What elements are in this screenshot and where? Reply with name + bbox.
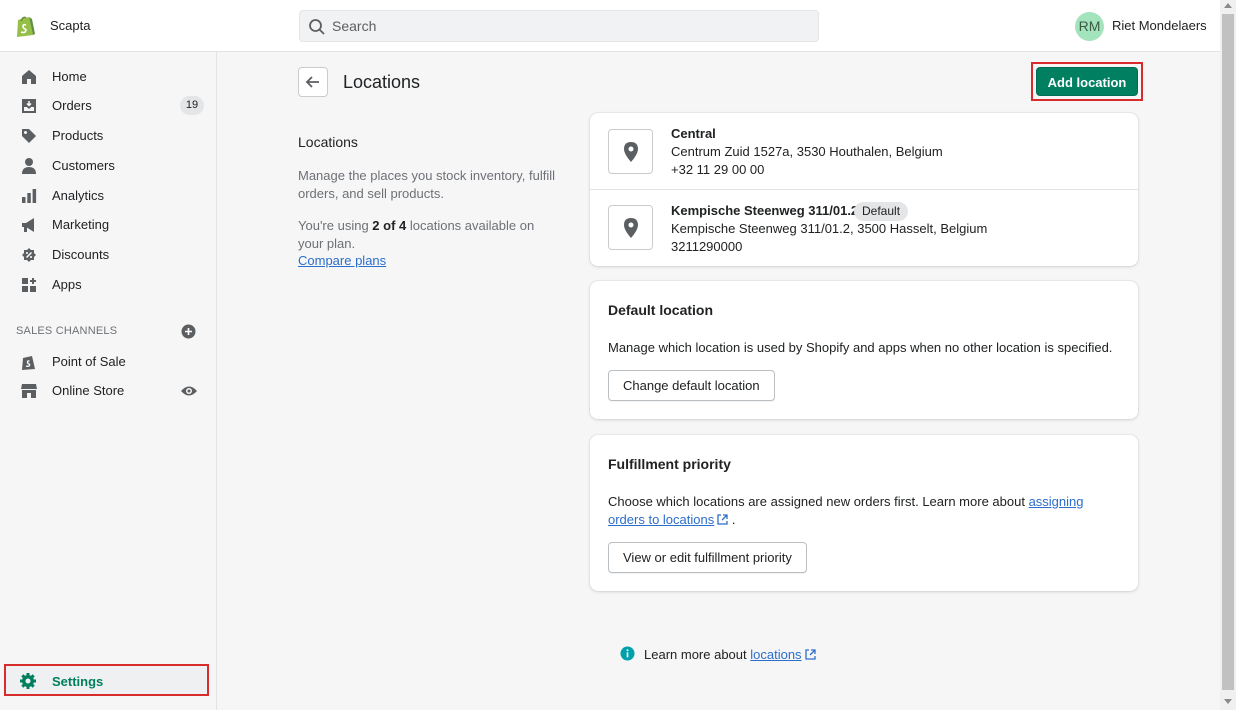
- location-name[interactable]: Kempische Steenweg 311/01.2: [671, 203, 858, 218]
- sidebar-item-label: Settings: [52, 674, 104, 689]
- sidebar-item-apps[interactable]: Apps: [8, 271, 208, 299]
- add-channel-plus-icon[interactable]: [181, 324, 196, 339]
- orders-icon: [22, 99, 36, 113]
- sidebar-item-customers[interactable]: Customers: [8, 152, 208, 180]
- scroll-thumb[interactable]: [1222, 14, 1234, 690]
- location-row[interactable]: Central Centrum Zuid 1527a, 3530 Houthal…: [590, 113, 1138, 190]
- sidebar-item-label: Customers: [52, 158, 115, 173]
- sidebar-item-label: Discounts: [52, 247, 110, 262]
- location-phone: 3211290000: [671, 239, 743, 254]
- scroll-down-arrow-icon[interactable]: [1224, 699, 1232, 704]
- default-badge: Default: [854, 202, 909, 221]
- fulfillment-priority-card: Fulfillment priority Choose which locati…: [590, 435, 1138, 591]
- locations-help-link[interactable]: locations: [750, 647, 801, 662]
- arrow-left-icon: [305, 76, 319, 88]
- bar-chart-icon: [22, 189, 37, 203]
- search-bar[interactable]: Search: [299, 10, 819, 42]
- shopify-logo-icon[interactable]: [14, 14, 36, 38]
- page-title: Locations: [343, 72, 421, 92]
- orders-count-badge: 19: [180, 96, 204, 115]
- external-link-icon[interactable]: [717, 514, 728, 525]
- gear-icon: [20, 673, 36, 689]
- fulfillment-text-suffix: .: [728, 512, 736, 527]
- sidebar-item-orders[interactable]: Orders 19: [8, 92, 208, 120]
- location-row[interactable]: Kempische Steenweg 311/01.2 Default Kemp…: [590, 190, 1138, 267]
- location-address: Centrum Zuid 1527a, 3530 Houthalen, Belg…: [671, 144, 943, 159]
- location-pin-icon: [624, 218, 638, 238]
- location-phone: +32 11 29 00 00: [671, 162, 765, 177]
- default-location-title: Default location: [608, 302, 714, 318]
- tag-icon: [22, 129, 36, 143]
- sidebar-item-online-store[interactable]: Online Store: [8, 377, 208, 405]
- sidebar-item-label: Online Store: [52, 383, 125, 398]
- sales-channels-heading: SALES CHANNELS: [16, 325, 118, 337]
- usage-count: 2 of 4: [372, 218, 407, 233]
- sidebar: Home Orders 19 Products Customers Analyt…: [0, 52, 217, 710]
- search-icon: [309, 19, 325, 35]
- scroll-up-arrow-icon[interactable]: [1224, 3, 1232, 8]
- eye-icon[interactable]: [180, 383, 198, 399]
- location-pin-thumbnail: [608, 129, 653, 174]
- sidebar-item-settings[interactable]: Settings: [4, 664, 209, 696]
- view-edit-fulfillment-priority-button[interactable]: View or edit fulfillment priority: [608, 542, 807, 573]
- locations-section-title: Locations: [298, 134, 358, 150]
- compare-plans-link[interactable]: Compare plans: [298, 253, 386, 268]
- top-bar: Scapta Search RM Riet Mondelaers: [0, 0, 1220, 52]
- locations-usage-text: You're using 2 of 4 locations available …: [298, 217, 563, 253]
- sidebar-item-label: Analytics: [52, 188, 105, 203]
- sidebar-item-marketing[interactable]: Marketing: [8, 211, 208, 239]
- fulfillment-priority-description: Choose which locations are assigned new …: [608, 493, 1123, 529]
- store-name[interactable]: Scapta: [50, 18, 90, 33]
- external-link-icon[interactable]: [804, 649, 816, 660]
- store-icon: [21, 384, 37, 398]
- footer-prefix: Learn more about: [644, 647, 751, 662]
- location-name[interactable]: Central: [671, 126, 716, 141]
- sidebar-item-label: Marketing: [52, 217, 110, 232]
- sidebar-item-discounts[interactable]: Discounts: [8, 241, 208, 269]
- location-address: Kempische Steenweg 311/01.2, 3500 Hassel…: [671, 221, 988, 236]
- sidebar-item-point-of-sale[interactable]: Point of Sale: [8, 348, 208, 376]
- change-default-location-button[interactable]: Change default location: [608, 370, 775, 401]
- sidebar-item-analytics[interactable]: Analytics: [8, 182, 208, 210]
- person-icon: [22, 158, 36, 174]
- location-pin-thumbnail: [608, 205, 653, 250]
- back-button[interactable]: [298, 67, 328, 97]
- discount-icon: [22, 248, 36, 262]
- search-input[interactable]: Search: [332, 18, 376, 34]
- default-location-description: Manage which location is used by Shopify…: [608, 340, 1113, 355]
- sidebar-item-label: Home: [52, 69, 87, 84]
- megaphone-icon: [22, 218, 34, 232]
- add-location-highlight: Add location: [1031, 62, 1143, 101]
- sidebar-item-label: Point of Sale: [52, 354, 126, 369]
- sidebar-item-label: Orders: [52, 98, 92, 113]
- fulfillment-priority-title: Fulfillment priority: [608, 456, 731, 472]
- usage-prefix: You're using: [298, 218, 373, 233]
- locations-section-description: Manage the places you stock inventory, f…: [298, 168, 556, 201]
- sidebar-item-label: Products: [52, 128, 104, 143]
- sidebar-item-home[interactable]: Home: [8, 63, 208, 91]
- avatar[interactable]: RM: [1075, 12, 1104, 41]
- default-location-card: Default location Manage which location i…: [590, 281, 1138, 419]
- fulfillment-text-prefix: Choose which locations are assigned new …: [608, 494, 1029, 509]
- footer-help-text: Learn more about locations: [644, 647, 816, 662]
- shopify-bag-icon: [22, 356, 35, 370]
- sidebar-item-products[interactable]: Products: [8, 122, 208, 150]
- home-icon: [22, 70, 36, 84]
- locations-list-card: Central Centrum Zuid 1527a, 3530 Houthal…: [590, 113, 1138, 266]
- location-pin-icon: [624, 142, 638, 162]
- info-icon: [620, 646, 635, 661]
- apps-icon: [22, 278, 36, 292]
- add-location-button[interactable]: Add location: [1036, 67, 1138, 96]
- sidebar-item-label: Apps: [52, 277, 82, 292]
- user-name[interactable]: Riet Mondelaers: [1112, 18, 1207, 33]
- scrollbar[interactable]: [1220, 0, 1236, 710]
